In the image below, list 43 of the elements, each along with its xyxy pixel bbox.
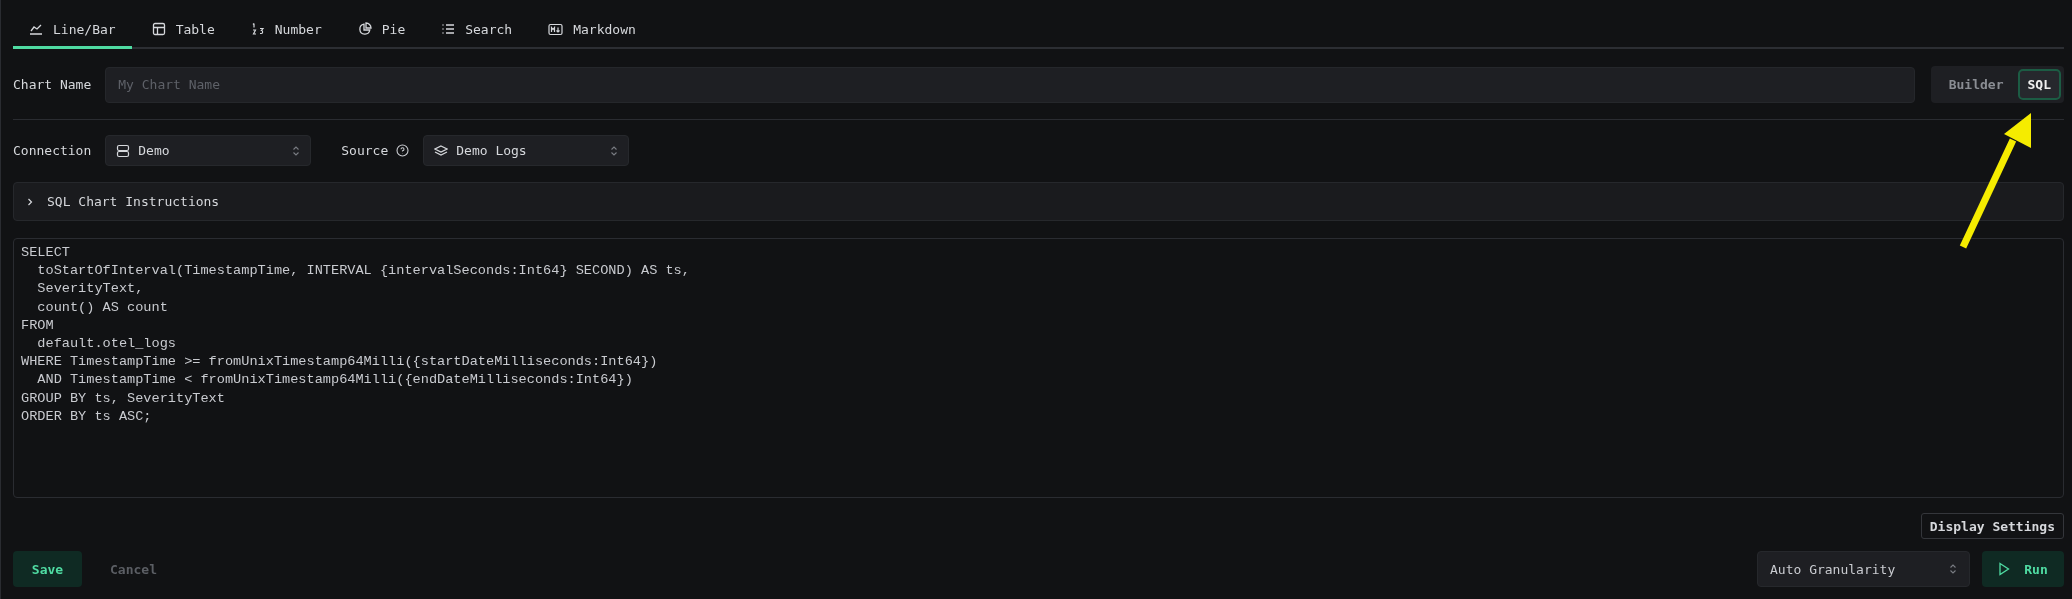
code-line: ORDER BY ts ASC; (21, 407, 153, 426)
table-icon (151, 22, 166, 36)
line-chart-icon (29, 22, 43, 36)
help-icon[interactable] (396, 144, 410, 157)
markdown-icon (548, 22, 564, 36)
field-label: Chart Name (13, 77, 92, 92)
list-icon (441, 22, 456, 36)
chart-type-tab[interactable]: Pie (341, 0, 422, 49)
run-button[interactable]: Run (1982, 551, 2064, 587)
fraction-icon (250, 22, 265, 36)
chart-type-tab[interactable]: Table (135, 0, 231, 49)
instructions-accordion[interactable]: SQL Chart Instructions (13, 182, 2064, 221)
play-icon (1998, 562, 2011, 576)
mode-option[interactable]: SQL (2017, 69, 2061, 100)
code-line: SeverityText, (36, 280, 145, 299)
database-icon (116, 143, 131, 158)
display-settings-button[interactable]: Display Settings (1920, 513, 2064, 539)
save-button[interactable]: Save (13, 551, 82, 587)
source-select[interactable]: Demo Logs (423, 135, 630, 166)
code-line: toStartOfInterval(TimestampTime, INTERVAL {intervalSeconds:Int64} SECOND) AS ts, (36, 262, 691, 281)
chart-type-tab[interactable]: Markdown (532, 0, 652, 49)
chevron-updown-icon (1949, 563, 1957, 575)
connection-select[interactable]: Demo (105, 135, 312, 166)
layers-icon (434, 143, 449, 158)
code-line: SELECT (21, 244, 71, 262)
chart-type-tab[interactable]: Number (234, 0, 338, 49)
mode-option[interactable]: Builder (1938, 69, 2014, 100)
chevron-updown-icon (292, 144, 301, 157)
chevron-updown-icon (610, 144, 619, 157)
granularity-select[interactable]: Auto Granularity (1757, 551, 1970, 587)
code-line: FROM (21, 316, 55, 335)
chart-type-tab[interactable]: Line/Bar (13, 0, 132, 49)
code-line: WHERE TimestampTime >= fromUnixTimestamp64Milli({startDateMilliseconds:Int64}) (21, 353, 659, 372)
field-label: Source (341, 143, 389, 158)
pie-chart-icon (357, 22, 372, 36)
chart-name-field[interactable]: My Chart Name (105, 66, 1915, 103)
field-label: Connection (13, 143, 92, 158)
chevron-icon (26, 196, 34, 207)
code-line: GROUP BY ts, SeverityText (21, 389, 226, 408)
code-line: count() AS count (36, 298, 169, 317)
chart-type-tab[interactable]: Search (425, 0, 529, 49)
code-line: default.otel_logs (36, 335, 177, 353)
code-line: AND TimestampTime < fromUnixTimestamp64Milli({endDateMilliseconds:Int64}) (36, 371, 634, 390)
